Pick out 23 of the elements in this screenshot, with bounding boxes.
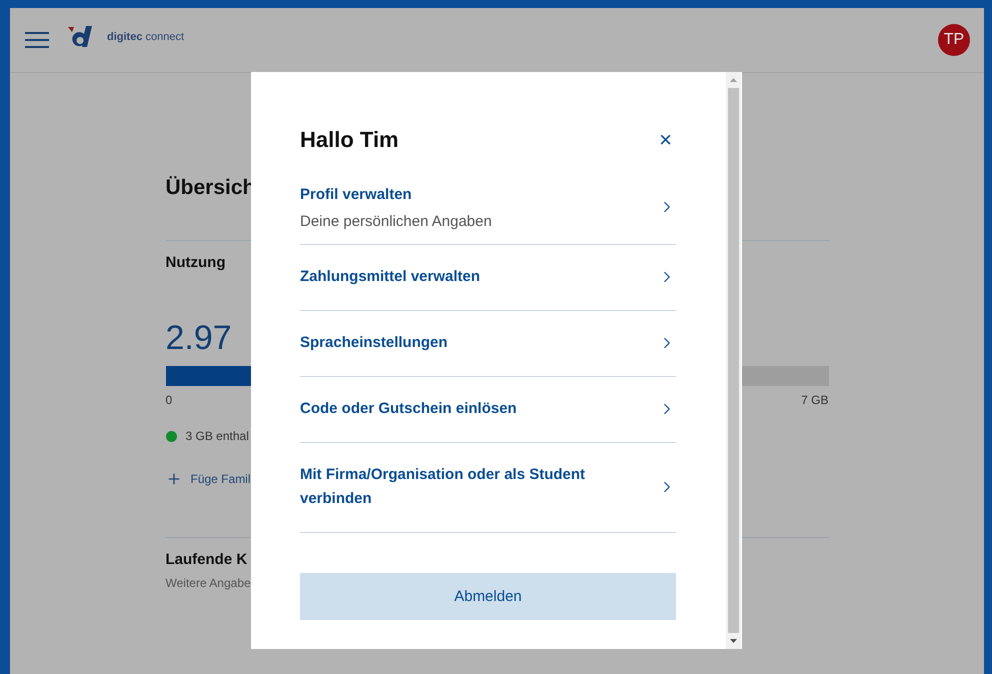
usage-value: 2.97 bbox=[166, 319, 232, 358]
scroll-thumb[interactable] bbox=[728, 88, 739, 633]
section-title: Nutzung bbox=[166, 254, 226, 271]
menu-item[interactable]: Code oder Gutschein einlösen bbox=[300, 377, 676, 443]
scale-max: 7 GB bbox=[801, 393, 828, 407]
more-info-text: Weitere Angabe bbox=[166, 576, 252, 590]
menu-item[interactable]: Profil verwalten Deine persönlichen Angaben bbox=[300, 171, 676, 245]
brand-name: digitec connect bbox=[107, 31, 184, 43]
section-title: Laufende K bbox=[166, 551, 248, 568]
add-family-link[interactable]: Füge Famil bbox=[190, 472, 251, 486]
logo-icon bbox=[67, 26, 93, 48]
close-button[interactable]: × bbox=[655, 127, 676, 153]
menu-item[interactable]: Spracheinstellungen bbox=[300, 311, 676, 377]
menu-icon[interactable] bbox=[25, 32, 49, 48]
dialog-title: Hallo Tim bbox=[300, 127, 399, 153]
menu-item[interactable]: Zahlungsmittel verwalten bbox=[300, 245, 676, 311]
scale-min: 0 bbox=[166, 393, 172, 407]
scrollbar[interactable] bbox=[726, 72, 741, 649]
included-text: 3 GB enthal bbox=[186, 429, 249, 443]
logout-button[interactable]: Abmelden bbox=[300, 573, 676, 620]
plus-icon[interactable] bbox=[166, 471, 182, 487]
menu-item[interactable]: Mit Firma/Organisation oder als Student verbinden bbox=[300, 443, 676, 533]
user-avatar[interactable]: TP bbox=[938, 24, 970, 56]
